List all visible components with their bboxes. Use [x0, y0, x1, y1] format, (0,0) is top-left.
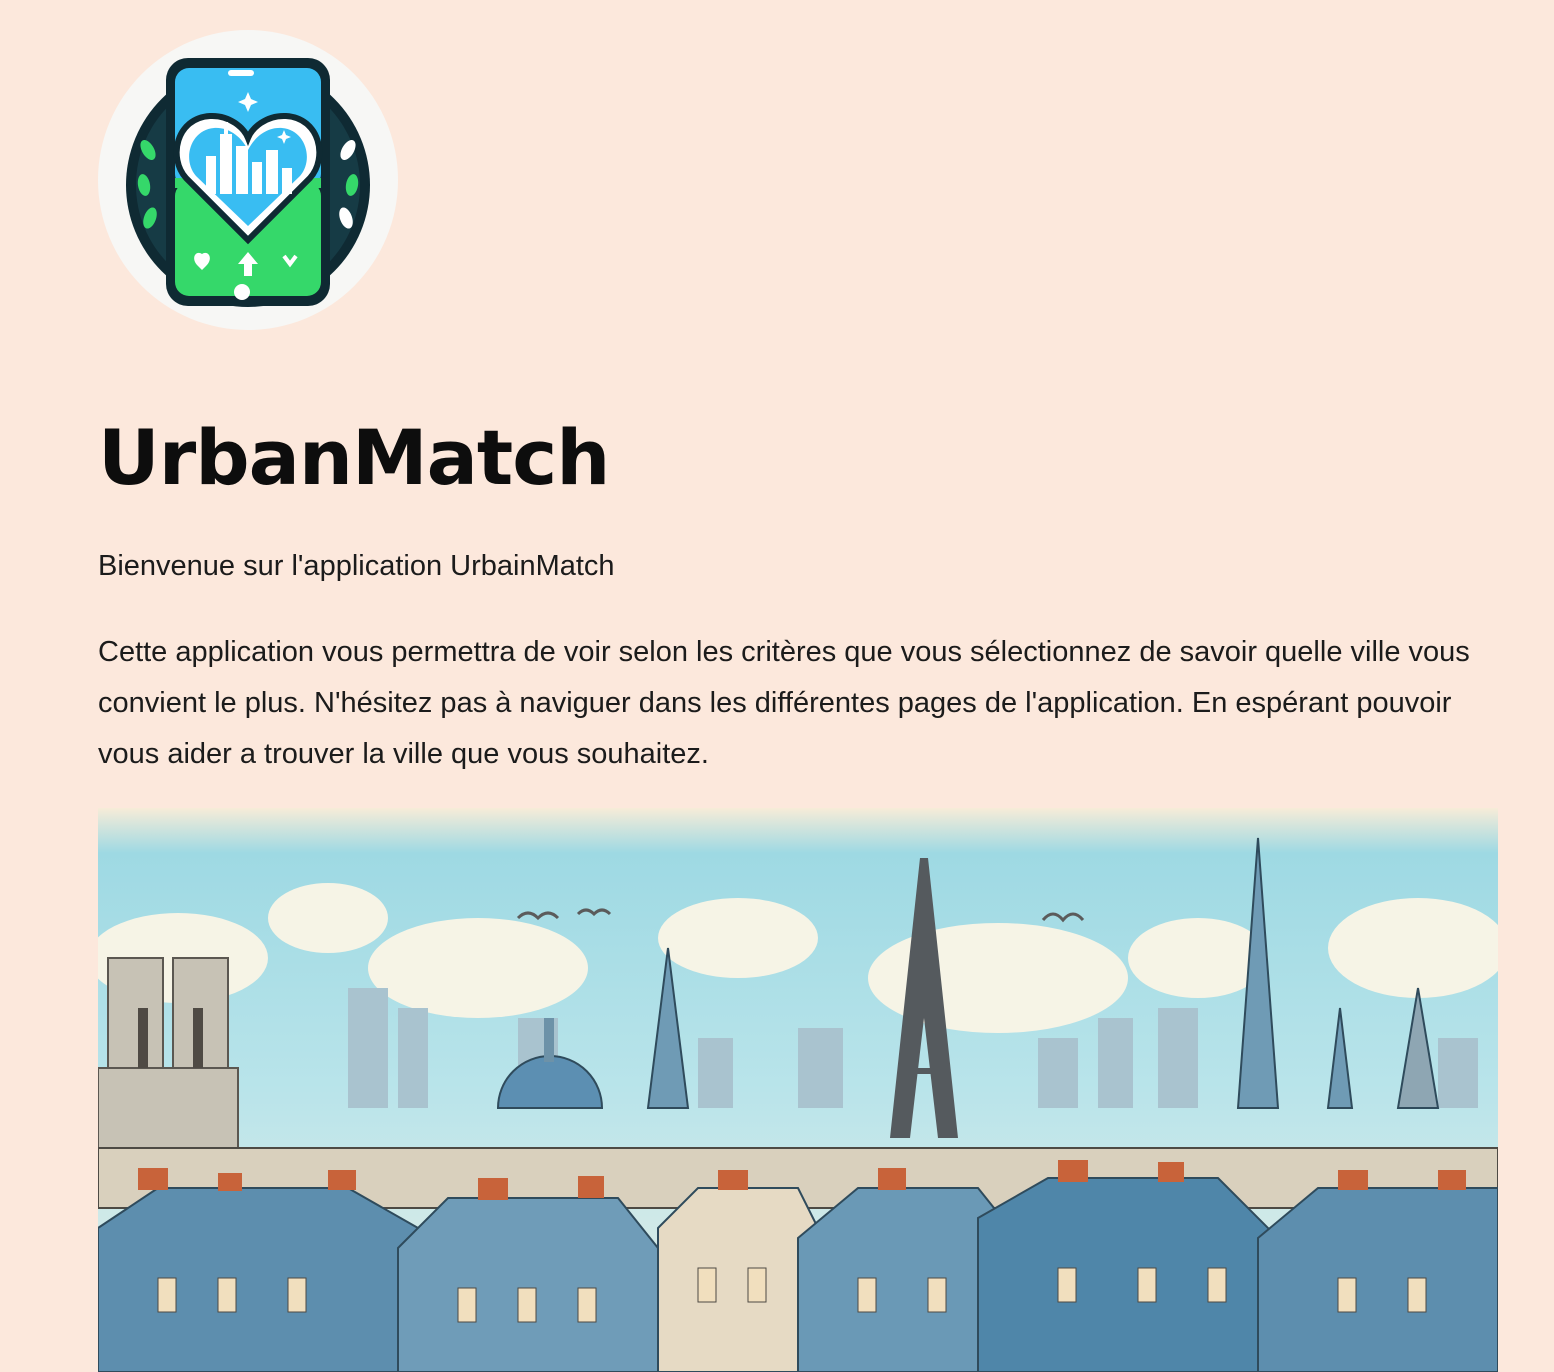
app-description: Cette application vous permettra de voir… — [98, 636, 1470, 770]
app-logo — [98, 30, 398, 330]
main-page: UrbanMatch Bienvenue sur l'application U… — [0, 0, 1554, 1372]
paris-skyline-image — [98, 808, 1498, 1372]
paris-skyline-illustration — [98, 808, 1498, 1372]
city-heart-phone-logo-icon — [98, 30, 398, 330]
page-title: UrbanMatch — [98, 413, 610, 502]
welcome-text: Bienvenue sur l'application UrbainMatch — [98, 550, 615, 582]
